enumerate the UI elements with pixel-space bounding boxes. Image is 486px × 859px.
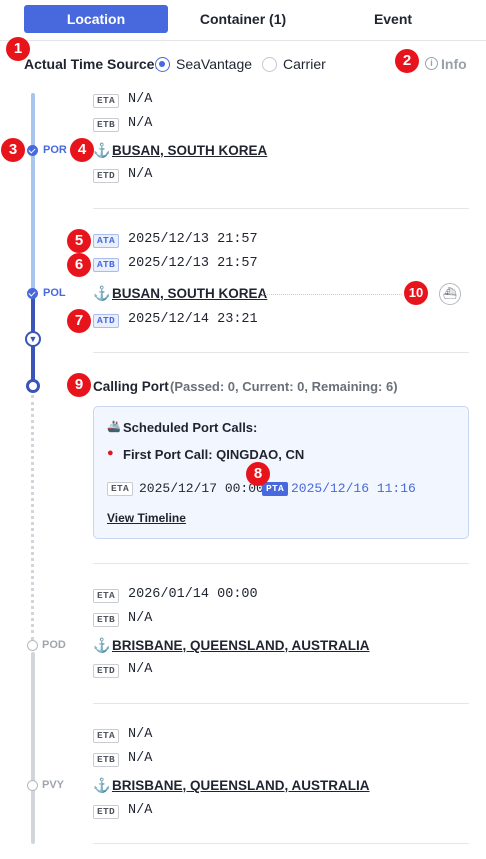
por-stage-dot	[27, 145, 38, 156]
pvy-etb-value: N/A	[128, 751, 153, 766]
ship-icon[interactable]: ⛴	[439, 283, 461, 305]
pvy-port-link[interactable]: BRISBANE, QUEENSLAND, AUSTRALIA	[112, 778, 370, 793]
tab-container[interactable]: Container (1)	[168, 5, 318, 33]
pol-atd-value: 2025/12/14 23:21	[128, 312, 258, 327]
anchor-icon: ⚓	[93, 285, 111, 301]
map-pin-icon: ●	[107, 447, 114, 459]
tab-location[interactable]: Location	[24, 5, 168, 33]
time-source-label: Actual Time Source:	[24, 56, 160, 72]
anchor-icon: ⚓	[93, 777, 111, 793]
pol-dotted-leader	[262, 294, 402, 295]
pvy-etd-badge: ETD	[93, 805, 120, 819]
pod-stage-label: POD	[42, 639, 66, 651]
pod-etd-value: N/A	[128, 662, 153, 677]
por-etd-value: N/A	[128, 167, 153, 182]
view-timeline-link[interactable]: View Timeline	[107, 511, 186, 525]
calling-pta-value: 2025/12/16 11:16	[291, 481, 416, 496]
pol-stage-label: POL	[43, 287, 66, 299]
pod-eta-value: 2026/01/14 00:00	[128, 587, 258, 602]
pod-etd-badge: ETD	[93, 664, 120, 678]
por-eta-badge: ETA	[93, 94, 120, 108]
info-circle-icon[interactable]: i	[425, 57, 438, 70]
pod-port-link[interactable]: BRISBANE, QUEENSLAND, AUSTRALIA	[112, 638, 370, 653]
tabs-divider	[0, 40, 486, 41]
section-divider	[93, 703, 469, 704]
annotation-marker-10: 10	[404, 281, 428, 305]
pvy-etb-badge: ETB	[93, 753, 120, 767]
calling-port-title: Calling Port	[93, 379, 169, 394]
pol-atd-badge: ATD	[93, 314, 120, 328]
pod-eta-badge: ETA	[93, 589, 120, 603]
por-eta-value: N/A	[128, 92, 153, 107]
pod-stage-dot	[27, 640, 38, 651]
pod-etb-value: N/A	[128, 611, 153, 626]
pvy-eta-badge: ETA	[93, 729, 120, 743]
calling-port-stage-dot	[26, 379, 40, 393]
first-port-call: First Port Call: QINGDAO, CN	[123, 447, 305, 462]
radio-seavantage-label[interactable]: SeaVantage	[176, 56, 252, 72]
section-divider	[93, 843, 469, 844]
por-etb-badge: ETB	[93, 118, 120, 132]
por-port-link[interactable]: BUSAN, SOUTH KOREA	[112, 143, 267, 158]
section-divider	[93, 208, 469, 209]
annotation-marker-7: 7	[67, 309, 91, 333]
pod-etb-badge: ETB	[93, 613, 120, 627]
annotation-marker-2: 2	[395, 49, 419, 73]
por-stage-label: POR	[43, 144, 67, 156]
anchor-icon: ⚓	[93, 637, 111, 653]
chevron-down-icon[interactable]: ▼	[25, 331, 41, 347]
radio-carrier-label[interactable]: Carrier	[283, 56, 326, 72]
pol-ata-value: 2025/12/13 21:57	[128, 232, 258, 247]
pol-port-link[interactable]: BUSAN, SOUTH KOREA	[112, 286, 267, 301]
timeline-segment-calling-pod	[31, 395, 34, 640]
anchor-icon: ⚓	[93, 142, 111, 158]
pvy-stage-dot	[27, 780, 38, 791]
annotation-marker-1: 1	[6, 37, 30, 61]
radio-seavantage[interactable]	[155, 57, 170, 72]
annotation-marker-9: 9	[67, 373, 91, 397]
pvy-stage-label: PVY	[42, 779, 65, 791]
info-link[interactable]: Info	[441, 56, 467, 72]
por-etd-badge: ETD	[93, 169, 120, 183]
section-divider	[93, 563, 469, 564]
pol-atb-badge: ATB	[93, 258, 120, 272]
calling-eta-value: 2025/12/17 00:00	[139, 481, 264, 496]
annotation-marker-4: 4	[70, 138, 94, 162]
ship-emoji-icon: 🚢	[107, 421, 121, 433]
calling-eta-badge: ETA	[107, 482, 134, 496]
timeline-segment-pod-pvy	[31, 652, 35, 844]
scheduled-port-calls-label: Scheduled Port Calls:	[123, 420, 258, 435]
calling-port-counts: (Passed: 0, Current: 0, Remaining: 6)	[170, 379, 398, 394]
annotation-marker-3: 3	[1, 138, 25, 162]
calling-pta-badge: PTA	[262, 482, 289, 496]
pol-atb-value: 2025/12/13 21:57	[128, 256, 258, 271]
pol-ata-badge: ATA	[93, 234, 120, 248]
section-divider	[93, 352, 469, 353]
por-etb-value: N/A	[128, 116, 153, 131]
tab-event[interactable]: Event	[318, 5, 468, 33]
annotation-marker-5: 5	[67, 229, 91, 253]
pol-stage-dot	[27, 288, 38, 299]
radio-carrier[interactable]	[262, 57, 277, 72]
annotation-marker-8: 8	[246, 462, 270, 486]
pvy-eta-value: N/A	[128, 727, 153, 742]
pvy-etd-value: N/A	[128, 803, 153, 818]
timeline-segment-por-pol	[31, 93, 35, 293]
annotation-marker-6: 6	[67, 253, 91, 277]
